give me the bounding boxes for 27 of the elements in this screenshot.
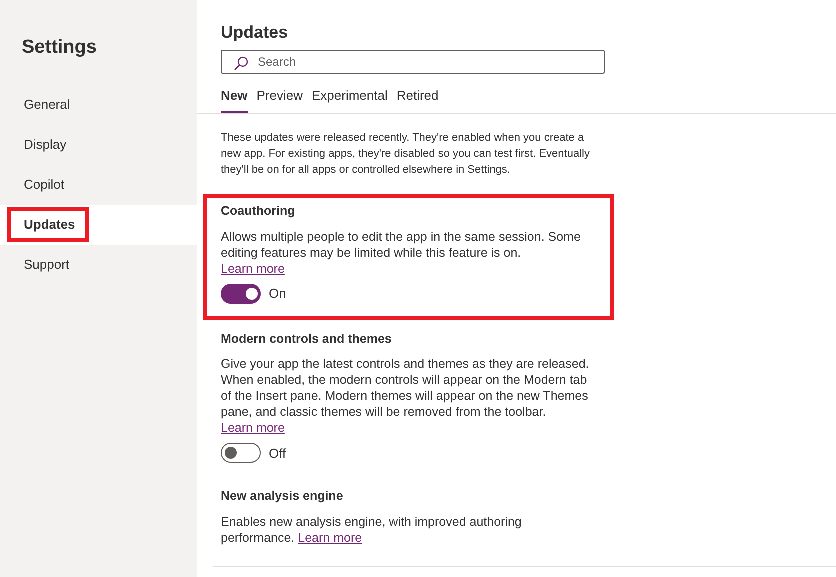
- search-icon: [233, 56, 249, 72]
- feature-title: New analysis engine: [221, 488, 344, 506]
- sidebar-item[interactable]: General: [7, 87, 84, 122]
- sidebar-title: Settings: [21, 36, 98, 60]
- feature-title: Modern controls and themes: [221, 330, 393, 348]
- feature-description: Give your app the latest controls and themes as they are released. When enabled, the modern controls will appear on the Modern tab of the Insert pane. Modern themes will appear on the new Themes pane, and classic themes will be removed from the toolbar. Learn more: [221, 356, 590, 436]
- tab[interactable]: Experimental: [312, 86, 388, 113]
- intro-text: These updates were released recently. They're enabled when you create a new app. For existing apps, they're disabled so you can test first. Eventually they'll be on for all apps or controlled elsewhere in Settings.: [221, 130, 591, 178]
- feature-title: Coauthoring: [221, 202, 296, 220]
- feature-description: Enables new analysis engine, with improved authoring performance. Learn more: [221, 514, 523, 546]
- toggle-label: Off: [269, 444, 286, 462]
- tab[interactable]: Retired: [396, 86, 439, 113]
- search-field[interactable]: Search: [221, 50, 605, 74]
- sidebar-item[interactable]: Display: [7, 127, 81, 162]
- learn-more-link[interactable]: Learn more: [221, 421, 285, 436]
- feature-description: Allows multiple people to edit the app in the same session. Some editing features may be limited while this feature is on. Learn more: [221, 228, 582, 276]
- toggle-switch[interactable]: [221, 284, 261, 304]
- sidebar-item[interactable]: Support: [7, 247, 84, 282]
- page-title: Updates: [220, 22, 290, 44]
- sidebar-item[interactable]: Copilot: [7, 167, 78, 202]
- learn-more-link[interactable]: Learn more: [298, 531, 362, 545]
- sidebar-item[interactable]: Updates: [7, 207, 90, 242]
- learn-more-link[interactable]: Learn more: [221, 262, 285, 276]
- tab[interactable]: New: [221, 86, 248, 113]
- toggle-switch[interactable]: [221, 443, 261, 464]
- tab[interactable]: Preview: [256, 86, 303, 113]
- toggle-label: On: [269, 284, 286, 303]
